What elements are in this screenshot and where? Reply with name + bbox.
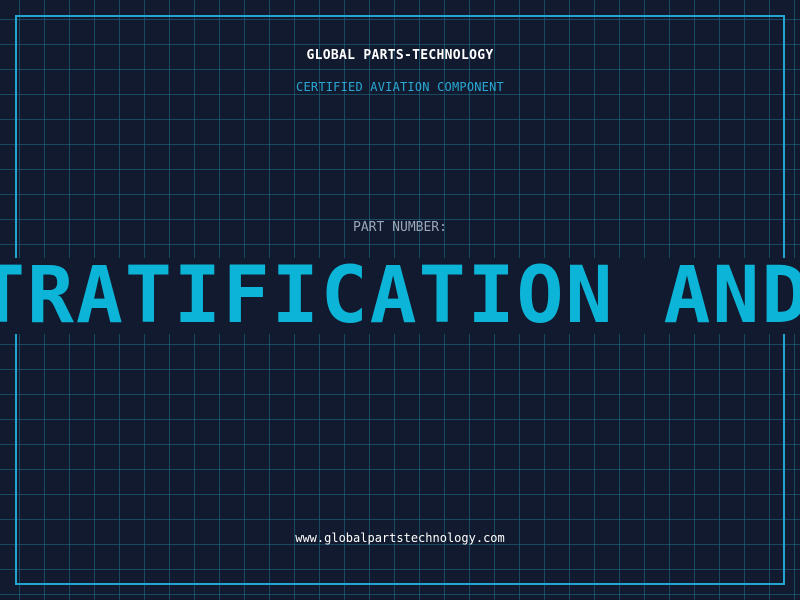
part-number-label: PART NUMBER: (353, 220, 447, 235)
part-number-band: TRATIFICATION AND N (0, 258, 800, 334)
part-number-value: TRATIFICATION AND N (0, 258, 800, 334)
certification-tagline: CERTIFIED AVIATION COMPONENT (296, 80, 504, 94)
company-name: GLOBAL PARTS-TECHNOLOGY (306, 48, 494, 63)
website-url: www.globalpartstechnology.com (295, 531, 505, 545)
